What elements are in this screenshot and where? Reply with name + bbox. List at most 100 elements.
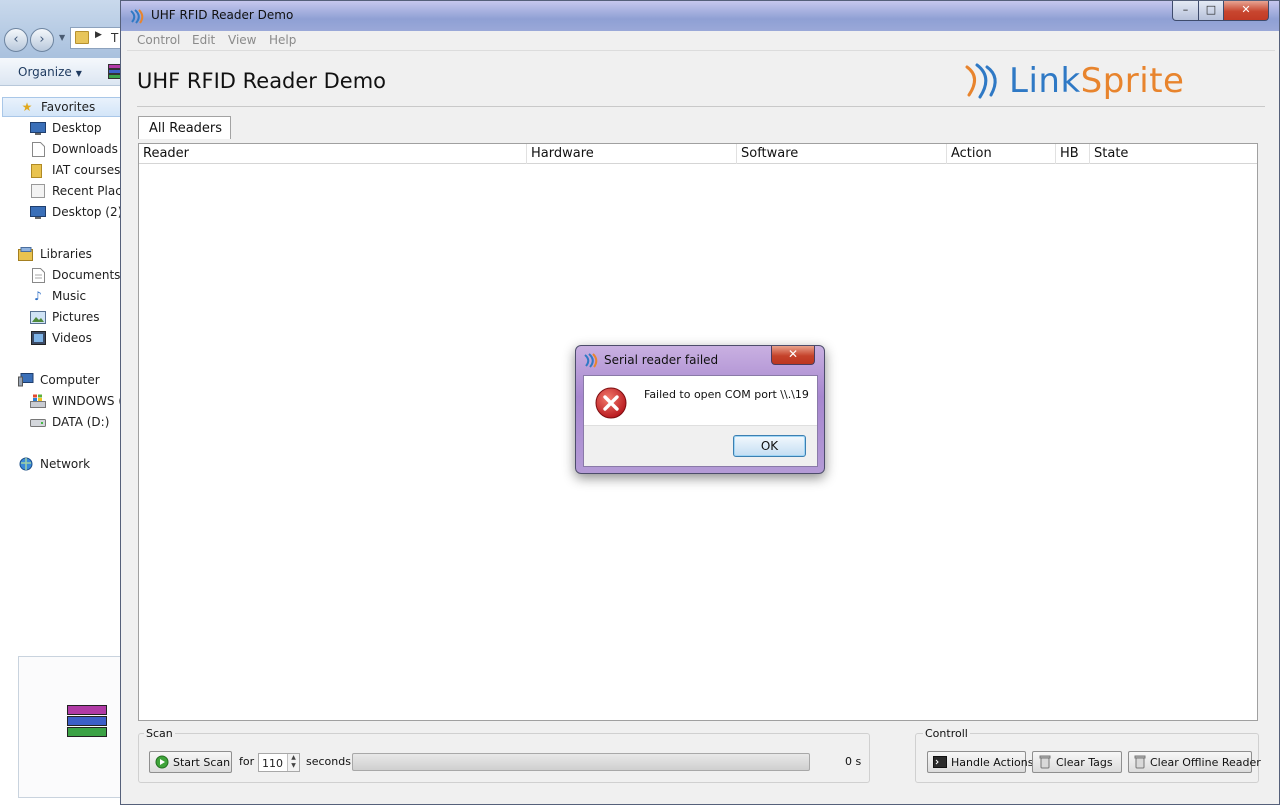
menu-control[interactable]: Control	[137, 33, 180, 47]
organize-label: Organize	[18, 65, 72, 79]
terminal-icon	[933, 755, 947, 769]
nav-desktop[interactable]: Desktop	[30, 118, 102, 138]
column-hardware[interactable]: Hardware	[527, 144, 737, 164]
handle-actions-label: Handle Actions	[951, 755, 1034, 769]
menu-bar: Control Edit View Help	[127, 31, 1275, 51]
nav-favorites[interactable]: ★ Favorites	[2, 97, 126, 117]
dialog-message: Failed to open COM port \\.\19	[644, 388, 809, 401]
menu-view[interactable]: View	[228, 33, 256, 47]
menu-help[interactable]: Help	[269, 33, 296, 47]
scan-group-label: Scan	[144, 727, 175, 740]
close-button[interactable]: ✕	[1223, 1, 1269, 21]
column-action[interactable]: Action	[947, 144, 1056, 164]
drive-icon	[30, 415, 46, 429]
clear-offline-reader-label: Clear Offline Reader	[1150, 755, 1261, 769]
nav-label: Network	[40, 457, 91, 471]
back-button[interactable]: ‹	[4, 28, 28, 52]
error-dialog: Serial reader failed ✕ Failed to open CO…	[575, 345, 825, 474]
logo-wordmark: LinkSprite	[1009, 61, 1184, 101]
folder-icon	[30, 163, 46, 178]
history-dropdown-icon[interactable]: ▼	[59, 33, 65, 42]
app-icon	[130, 9, 144, 24]
handle-actions-button[interactable]: Handle Actions	[927, 751, 1033, 773]
app-icon	[584, 353, 598, 368]
clear-tags-button[interactable]: Clear Tags	[1032, 751, 1122, 773]
scan-progress-bar	[352, 753, 810, 771]
ok-button[interactable]: OK	[733, 435, 806, 457]
dialog-button-bar: OK	[584, 425, 817, 466]
stepper-down-icon[interactable]: ▼	[288, 762, 299, 770]
computer-icon	[18, 373, 34, 387]
start-scan-button[interactable]: Start Scan	[149, 751, 232, 773]
nav-label: Videos	[52, 331, 92, 345]
nav-downloads[interactable]: Downloads	[30, 139, 118, 159]
winrar-archive-icon[interactable]	[67, 705, 107, 739]
control-group-label: Controll	[923, 727, 970, 740]
nav-label: Music	[52, 289, 87, 303]
desktop-icon	[30, 205, 46, 219]
nav-label: Computer	[40, 373, 100, 387]
close-icon: ✕	[787, 347, 799, 361]
column-software[interactable]: Software	[737, 144, 947, 164]
clear-tags-label: Clear Tags	[1056, 755, 1113, 769]
tab-all-readers[interactable]: All Readers	[138, 116, 231, 139]
nav-label: Documents	[52, 268, 121, 282]
scan-elapsed: 0 s	[845, 755, 862, 768]
maximize-icon: □	[1205, 3, 1217, 16]
nav-desktop-2[interactable]: Desktop (2)	[30, 202, 122, 222]
details-preview-pane	[18, 656, 126, 798]
nav-label: Pictures	[52, 310, 100, 324]
breadcrumb-arrow-icon[interactable]: ▶	[95, 30, 102, 40]
nav-documents[interactable]: Documents	[30, 265, 120, 285]
stepper-up-icon[interactable]: ▲	[288, 754, 299, 762]
organize-button[interactable]: Organize ▼	[18, 65, 82, 79]
title-bar[interactable]: UHF RFID Reader Demo – □ ✕	[121, 1, 1279, 31]
nav-videos[interactable]: Videos	[30, 328, 92, 348]
column-reader[interactable]: Reader	[139, 144, 527, 164]
nav-label: Desktop	[52, 121, 102, 135]
dialog-body: Failed to open COM port \\.\19 OK	[583, 375, 818, 467]
nav-network[interactable]: Network	[18, 454, 90, 474]
libraries-icon	[18, 247, 34, 261]
dialog-title: Serial reader failed	[604, 353, 719, 367]
clear-offline-reader-button[interactable]: Clear Offline Reader	[1128, 751, 1261, 773]
nav-label: IAT courses	[52, 163, 121, 177]
nav-label: Downloads	[52, 142, 118, 156]
minimize-button[interactable]: –	[1172, 1, 1199, 21]
pictures-icon	[30, 310, 46, 324]
folder-icon	[75, 31, 89, 44]
start-scan-label: Start Scan	[173, 755, 231, 769]
address-text: T	[111, 31, 119, 45]
trash-icon	[1038, 755, 1052, 769]
window-title: UHF RFID Reader Demo	[151, 8, 294, 22]
nav-libraries[interactable]: Libraries	[18, 244, 92, 264]
nav-music[interactable]: ♪ Music	[30, 286, 86, 306]
nav-label: DATA (D:)	[52, 415, 110, 429]
stepper-arrows[interactable]: ▲ ▼	[287, 754, 299, 771]
column-state[interactable]: State	[1090, 144, 1257, 164]
nav-iat-courses[interactable]: IAT courses	[30, 160, 120, 180]
video-icon	[30, 331, 46, 345]
error-icon	[595, 387, 627, 419]
seconds-label: seconds	[306, 755, 351, 768]
minimize-icon: –	[1182, 3, 1189, 16]
scan-duration-stepper[interactable]: 110 ▲ ▼	[258, 753, 300, 772]
forward-button[interactable]: ›	[30, 28, 54, 52]
explorer-toolbar: Organize ▼	[0, 58, 126, 86]
nav-computer[interactable]: Computer	[18, 370, 100, 390]
nav-pictures[interactable]: Pictures	[30, 307, 100, 327]
network-icon	[18, 457, 34, 471]
linksprite-logo: LinkSprite	[963, 59, 1263, 103]
table-header: Reader Hardware Software Action HB State	[139, 144, 1257, 164]
close-icon: ✕	[1241, 3, 1251, 16]
nav-label: Desktop (2)	[52, 205, 123, 219]
explorer-titlebar: ‹ › ▼ ▶ T	[0, 0, 130, 58]
dialog-close-button[interactable]: ✕	[771, 346, 815, 365]
scan-duration-value: 110	[262, 757, 283, 770]
desktop-icon	[30, 121, 46, 135]
logo-waves-icon	[965, 63, 997, 99]
menu-edit[interactable]: Edit	[192, 33, 215, 47]
nav-data-drive[interactable]: DATA (D:)	[30, 412, 109, 432]
column-hb[interactable]: HB	[1056, 144, 1090, 164]
maximize-button[interactable]: □	[1198, 1, 1224, 21]
